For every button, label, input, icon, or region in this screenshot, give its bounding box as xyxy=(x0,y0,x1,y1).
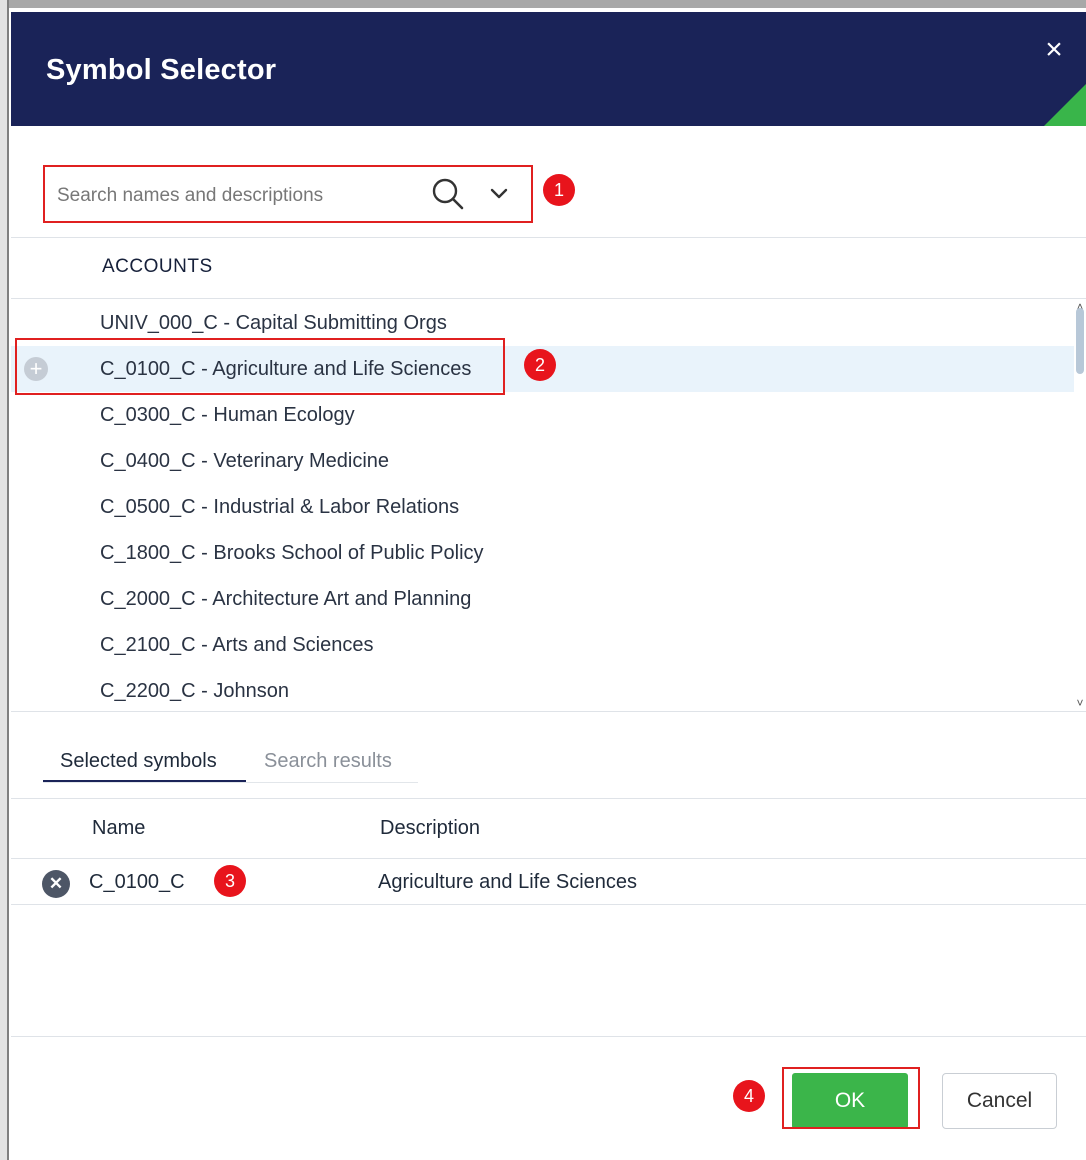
list-item[interactable]: C_0300_C - Human Ecology xyxy=(11,392,1074,438)
divider xyxy=(11,798,1086,799)
cancel-button[interactable]: Cancel xyxy=(942,1073,1057,1129)
window-frame-top xyxy=(0,0,1086,8)
list-item-label: UNIV_000_C - Capital Submitting Orgs xyxy=(100,312,447,334)
tab-bar: Selected symbols Search results xyxy=(43,742,418,783)
list-item[interactable]: C_2100_C - Arts and Sciences xyxy=(11,622,1074,668)
list-item[interactable]: C_0500_C - Industrial & Labor Relations xyxy=(11,484,1074,530)
divider xyxy=(11,711,1086,712)
list-item-label: C_0500_C - Industrial & Labor Relations xyxy=(100,496,460,518)
divider xyxy=(11,858,1086,859)
list-item-label: C_0300_C - Human Ecology xyxy=(100,404,355,426)
step-badge-3: 3 xyxy=(214,865,246,897)
list-item[interactable]: C_2000_C - Architecture Art and Planning xyxy=(11,576,1074,622)
divider xyxy=(11,237,1086,238)
search-input[interactable] xyxy=(55,177,409,215)
search-box xyxy=(43,165,533,223)
list-item-label: C_2100_C - Arts and Sciences xyxy=(100,634,374,656)
list-item[interactable]: C_2200_C - Johnson xyxy=(11,668,1074,710)
column-header-name[interactable]: Name xyxy=(92,817,145,840)
close-icon[interactable]: × xyxy=(1041,35,1067,65)
tab-search-results[interactable]: Search results xyxy=(264,742,414,782)
divider xyxy=(11,904,1086,905)
step-badge-1: 1 xyxy=(543,174,575,206)
dialog-title: Symbol Selector xyxy=(46,54,277,86)
scroll-down-icon[interactable]: ˅ xyxy=(1074,696,1086,710)
cell-name: C_0100_C xyxy=(89,871,185,893)
window-frame-left xyxy=(0,0,9,1160)
list-scrollbar[interactable]: ˄ ˅ xyxy=(1074,300,1086,710)
dialog-header: Symbol Selector × xyxy=(11,12,1086,126)
search-icon[interactable] xyxy=(431,177,465,211)
remove-icon[interactable]: ✕ xyxy=(42,870,70,898)
divider xyxy=(11,1036,1086,1037)
add-icon[interactable]: + xyxy=(24,357,48,381)
list-item-label: C_0400_C - Veterinary Medicine xyxy=(100,450,390,472)
list-item[interactable]: UNIV_000_C - Capital Submitting Orgs xyxy=(11,300,1074,346)
ok-button[interactable]: OK xyxy=(792,1073,908,1129)
step-badge-2: 2 xyxy=(524,349,556,381)
list-item-label: C_1800_C - Brooks School of Public Polic… xyxy=(100,542,484,564)
divider xyxy=(11,298,1086,299)
tab-selected-symbols[interactable]: Selected symbols xyxy=(43,742,246,782)
column-header-description[interactable]: Description xyxy=(380,817,480,840)
list-item-label: C_2000_C - Architecture Art and Planning xyxy=(100,588,472,610)
list-item[interactable]: C_0400_C - Veterinary Medicine xyxy=(11,438,1074,484)
list-item-label: C_2200_C - Johnson xyxy=(100,680,290,702)
group-heading: ACCOUNTS xyxy=(102,256,213,277)
header-accent xyxy=(1044,84,1086,126)
cell-description: Agriculture and Life Sciences xyxy=(378,871,638,893)
list-item[interactable]: C_1800_C - Brooks School of Public Polic… xyxy=(11,530,1074,576)
step-badge-4: 4 xyxy=(733,1080,765,1112)
scroll-thumb[interactable] xyxy=(1076,308,1084,374)
chevron-down-icon[interactable] xyxy=(488,183,510,205)
list-item-label: C_0100_C - Agriculture and Life Sciences xyxy=(100,358,472,380)
table-row: ✕ C_0100_C Agriculture and Life Sciences xyxy=(11,860,1086,904)
